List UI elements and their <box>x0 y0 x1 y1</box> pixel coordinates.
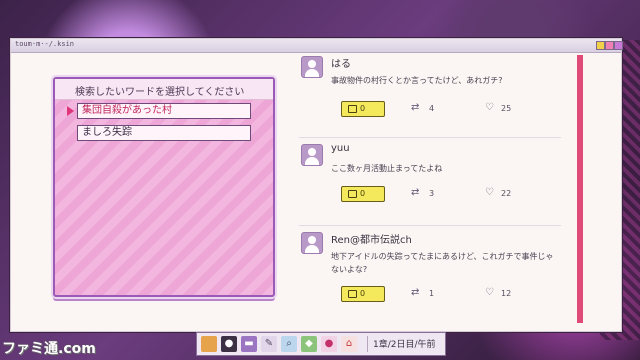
post-username: yuu <box>331 143 350 154</box>
heart-icon[interactable]: ♡ <box>485 287 494 298</box>
retweet-count: 1 <box>429 289 435 298</box>
minimize-button[interactable] <box>596 41 605 50</box>
search-panel: 検索したいワードを選択してください 集団自殺があった村 ましろ失踪 <box>53 77 275 297</box>
search-title: 検索したいワードを選択してください <box>75 87 245 98</box>
comment-count: 0 <box>360 189 366 198</box>
post-item: はる 事故物件の村行くとか言ってたけど、あれガチ? 0 ⇄ 4 ♡ 25 <box>299 52 567 138</box>
heart-icon[interactable]: ♡ <box>485 102 494 113</box>
divider <box>299 225 561 226</box>
like-count: 12 <box>501 289 512 298</box>
comment-bubble-icon <box>348 190 357 198</box>
avatar <box>301 144 323 166</box>
window-titlebar[interactable]: toum·m·-/.ksin <box>11 39 623 53</box>
taskbar: ● ▬ ✎ ⌕ ◆ ● ⌂ 1章/2日目/午前 <box>196 332 446 356</box>
comment-bubble-icon <box>348 290 357 298</box>
search-header: 検索したいワードを選択してください <box>55 79 273 100</box>
search-option-mashiro-missing[interactable]: ましろ失踪 <box>77 125 251 141</box>
comment-count: 0 <box>360 289 366 298</box>
comment-count: 0 <box>360 104 366 113</box>
retweet-icon[interactable]: ⇄ <box>411 102 419 113</box>
comment-button[interactable]: 0 <box>341 101 385 117</box>
sns-icon[interactable]: ▬ <box>241 336 257 352</box>
post-text: 地下アイドルの失踪ってたまにあるけど、これガチで事件じゃないよな? <box>331 252 554 274</box>
sns-feed: はる 事故物件の村行くとか言ってたけど、あれガチ? 0 ⇄ 4 ♡ 25 yuu… <box>299 52 569 330</box>
person-icon[interactable]: ● <box>221 336 237 352</box>
post-text: ここ数ヶ月活動止まってたよね <box>331 164 443 173</box>
post-username: Ren@都市伝説ch <box>331 235 412 246</box>
chapter-status: 1章/2日目/午前 <box>373 340 436 350</box>
selection-cursor-icon <box>67 106 74 116</box>
post-item: Ren@都市伝説ch 地下アイドルの失踪ってたまにあるけど、これガチで事件じゃな… <box>299 228 567 328</box>
retweet-icon[interactable]: ⇄ <box>411 287 419 298</box>
folder-icon[interactable] <box>201 336 217 352</box>
post-item: yuu ここ数ヶ月活動止まってたよね 0 ⇄ 3 ♡ 22 <box>299 140 567 226</box>
post-text: 事故物件の村行くとか言ってたけど、あれガチ? <box>331 76 503 85</box>
map-icon[interactable]: ◆ <box>301 336 317 352</box>
retweet-icon[interactable]: ⇄ <box>411 187 419 198</box>
retweet-count: 4 <box>429 104 435 113</box>
avatar <box>301 232 323 254</box>
retweet-count: 3 <box>429 189 435 198</box>
app-window: toum·m·-/.ksin 検索したいワードを選択してください 集団自殺があっ… <box>10 38 623 332</box>
home-icon[interactable]: ⌂ <box>341 336 357 352</box>
search-option-mass-suicide-village[interactable]: 集団自殺があった村 <box>77 103 251 119</box>
post-username: はる <box>331 59 351 70</box>
like-count: 22 <box>501 189 512 198</box>
like-count: 25 <box>501 104 512 113</box>
window-title: toum·m·-/.ksin <box>15 40 75 48</box>
search-icon[interactable]: ⌕ <box>281 336 297 352</box>
divider <box>299 137 561 138</box>
scrollbar-thumb[interactable] <box>577 55 583 323</box>
avatar <box>301 56 323 78</box>
comment-button[interactable]: 0 <box>341 286 385 302</box>
maximize-button[interactable] <box>605 41 614 50</box>
chat-icon[interactable]: ✎ <box>261 336 277 352</box>
heart-icon[interactable]: ♡ <box>485 187 494 198</box>
comment-bubble-icon <box>348 105 357 113</box>
taskbar-separator <box>367 336 368 352</box>
watermark-logo: ファミ通.com <box>2 341 96 357</box>
balloon-icon[interactable]: ● <box>321 336 337 352</box>
close-button[interactable] <box>614 41 623 50</box>
comment-button[interactable]: 0 <box>341 186 385 202</box>
